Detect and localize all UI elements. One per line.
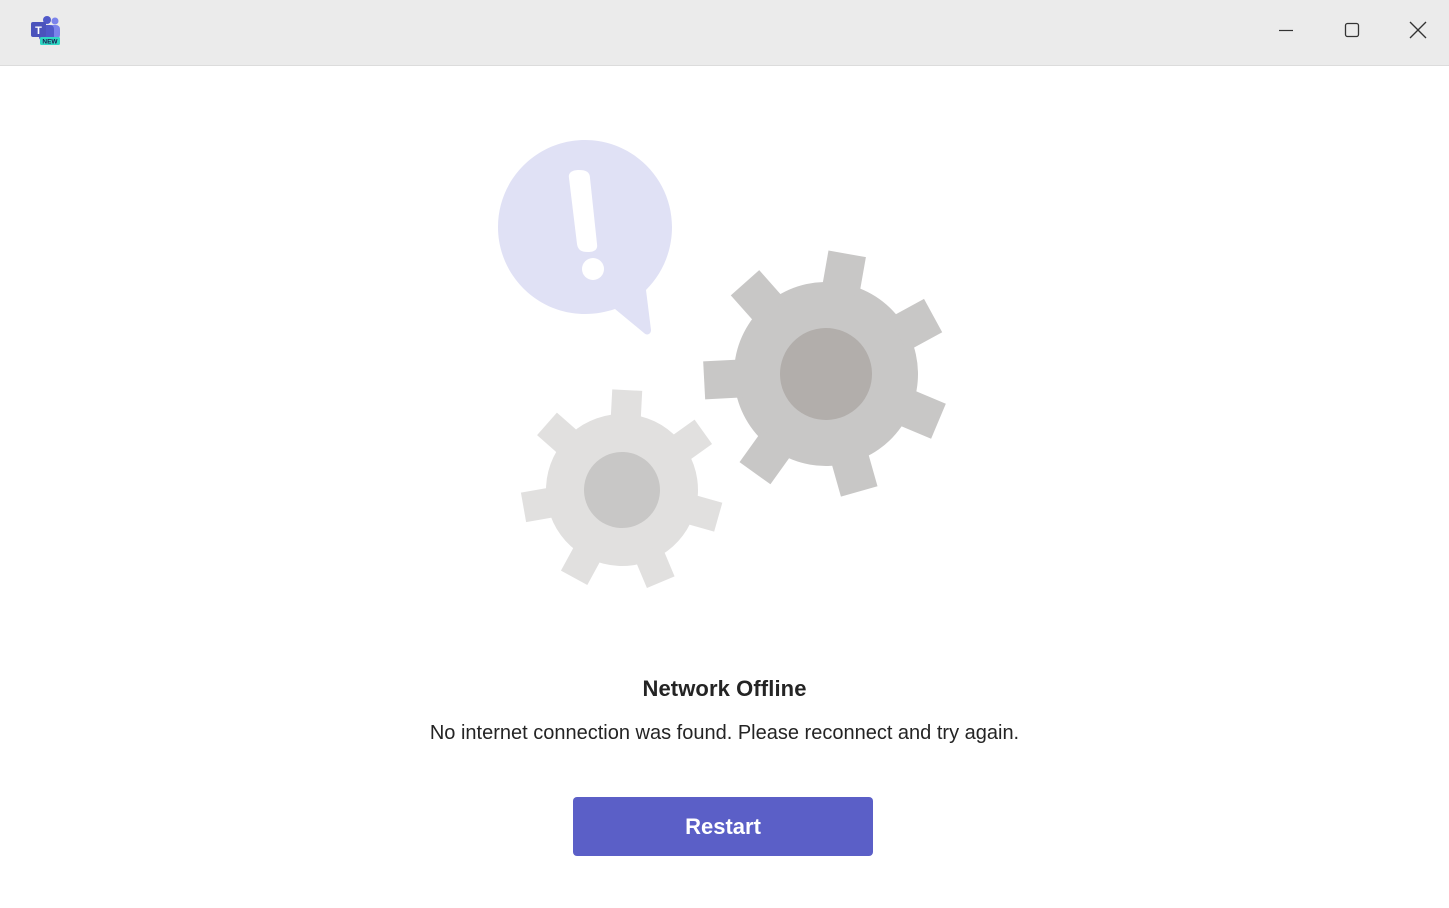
network-offline-gears-illustration (498, 140, 946, 588)
close-button[interactable] (1385, 0, 1449, 60)
minimize-button[interactable] (1253, 0, 1319, 60)
close-icon (1409, 21, 1427, 39)
svg-text:T: T (35, 25, 42, 37)
teams-new-icon: T NEW (29, 15, 63, 47)
small-gear-icon (520, 389, 723, 588)
alert-bubble-icon (498, 140, 672, 335)
restart-button[interactable]: Restart (573, 797, 873, 856)
large-gear-icon (703, 250, 946, 497)
error-page: Network Offline No internet connection w… (0, 66, 1449, 908)
minimize-icon (1279, 29, 1293, 32)
maximize-icon (1344, 22, 1360, 38)
new-badge: NEW (42, 39, 58, 46)
error-message: No internet connection was found. Please… (429, 722, 1020, 744)
maximize-button[interactable] (1319, 0, 1385, 60)
title-bar: T NEW (0, 0, 1449, 66)
error-title: Network Offline (642, 676, 807, 701)
